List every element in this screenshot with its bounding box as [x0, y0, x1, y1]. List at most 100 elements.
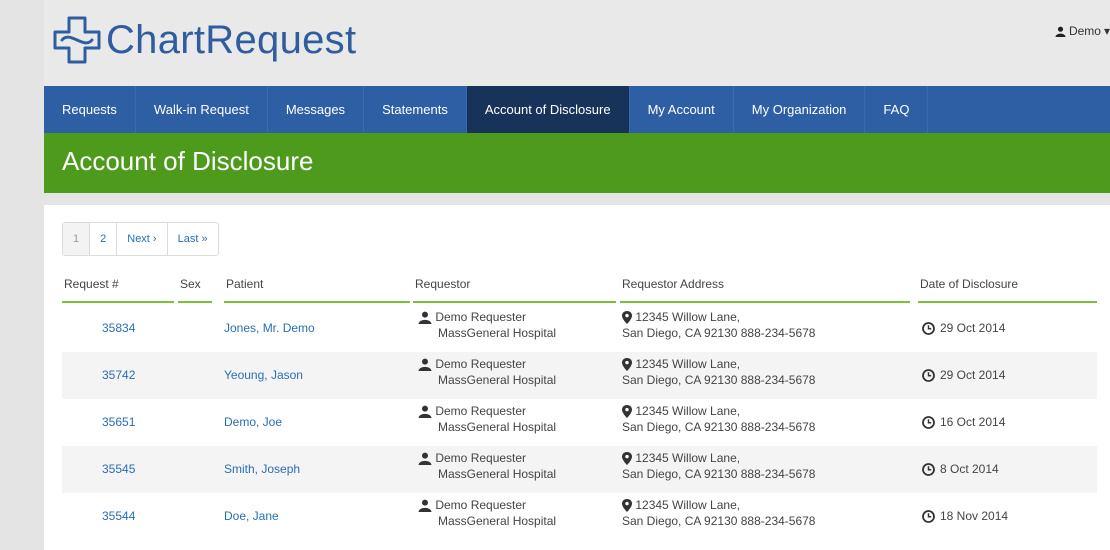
requestor-org: MassGeneral Hospital [438, 326, 557, 340]
clock-icon [922, 509, 935, 523]
address-line-2: San Diego, CA 92130 888-234-5678 [622, 467, 816, 481]
table-row: 35834 Jones, Mr. Demo Demo Requester Mas… [62, 305, 1097, 352]
last-page-link[interactable]: Last » [168, 223, 218, 255]
address-cell: 12345 Willow Lane, San Diego, CA 92130 8… [622, 356, 815, 388]
nav-my-organization[interactable]: My Organization [734, 86, 866, 133]
address-line-1: 12345 Willow Lane, [635, 310, 741, 324]
user-menu[interactable]: Demo ▾ [1055, 24, 1110, 38]
requestor-org: MassGeneral Hospital [438, 420, 557, 434]
address-line-1: 12345 Willow Lane, [635, 404, 741, 418]
table-row: 35545 Smith, Joseph Demo Requester MassG… [62, 446, 1097, 493]
requestor-cell: Demo Requester MassGeneral Hospital [418, 403, 556, 435]
map-marker-icon [622, 452, 632, 466]
requestor-cell: Demo Requester MassGeneral Hospital [418, 309, 556, 341]
patient-link[interactable]: Demo, Joe [224, 415, 282, 429]
request-number-link[interactable]: 35834 [102, 321, 135, 335]
requestor-name: Demo Requester [435, 451, 527, 465]
request-number-link[interactable]: 35544 [102, 509, 135, 523]
requestor-name: Demo Requester [435, 357, 527, 371]
header-date-of-disclosure[interactable]: Date of Disclosure [918, 277, 1097, 303]
request-number-link[interactable]: 35742 [102, 368, 135, 382]
nav-statements[interactable]: Statements [364, 86, 467, 133]
patient-link[interactable]: Smith, Joseph [224, 462, 300, 476]
disclosure-date: 16 Oct 2014 [940, 415, 1006, 429]
disclosure-date: 18 Nov 2014 [940, 509, 1009, 523]
header: ChartRequest Demo ▾ [44, 0, 1110, 86]
header-sex[interactable]: Sex [178, 277, 212, 303]
disclosure-table: 35834 Jones, Mr. Demo Demo Requester Mas… [62, 305, 1097, 540]
nav-messages[interactable]: Messages [268, 86, 365, 133]
date-cell: 29 Oct 2014 [922, 321, 1005, 335]
page-title: Account of Disclosure [62, 146, 314, 176]
patient-link[interactable]: Doe, Jane [224, 509, 279, 523]
date-cell: 16 Oct 2014 [922, 415, 1005, 429]
brand-name: ChartRequest [106, 17, 357, 62]
user-icon [1055, 26, 1066, 37]
clock-icon [922, 321, 935, 335]
date-cell: 8 Oct 2014 [922, 462, 999, 476]
address-cell: 12345 Willow Lane, San Diego, CA 92130 8… [622, 403, 815, 435]
disclosure-date: 8 Oct 2014 [940, 462, 999, 476]
caret-down-icon: ▾ [1103, 24, 1110, 38]
user-icon [418, 358, 432, 372]
user-icon [418, 452, 432, 466]
user-icon [418, 499, 432, 513]
patient-link[interactable]: Jones, Mr. Demo [224, 321, 315, 335]
requestor-name: Demo Requester [435, 404, 527, 418]
requestor-org: MassGeneral Hospital [438, 467, 557, 481]
content-panel: 1 2 Next › Last » Request # Sex Patient … [44, 205, 1110, 550]
address-cell: 12345 Willow Lane, San Diego, CA 92130 8… [622, 450, 815, 482]
requestor-org: MassGeneral Hospital [438, 373, 557, 387]
page-banner: Account of Disclosure [44, 133, 1110, 193]
header-request-number[interactable]: Request # [62, 277, 174, 303]
page-2-link[interactable]: 2 [90, 223, 118, 255]
address-line-2: San Diego, CA 92130 888-234-5678 [622, 373, 816, 387]
map-marker-icon [622, 358, 632, 372]
nav-my-account[interactable]: My Account [630, 86, 734, 133]
disclosure-date: 29 Oct 2014 [940, 368, 1006, 382]
nav-account-of-disclosure[interactable]: Account of Disclosure [466, 86, 630, 133]
map-marker-icon [622, 499, 632, 513]
address-cell: 12345 Willow Lane, San Diego, CA 92130 8… [622, 497, 815, 529]
header-requestor-address[interactable]: Requestor Address [620, 277, 910, 303]
address-line-2: San Diego, CA 92130 888-234-5678 [622, 514, 816, 528]
requestor-name: Demo Requester [435, 498, 527, 512]
page-1-link[interactable]: 1 [63, 223, 91, 255]
map-marker-icon [622, 405, 632, 419]
disclosure-date: 29 Oct 2014 [940, 321, 1006, 335]
clock-icon [922, 415, 935, 429]
table-row: 35651 Demo, Joe Demo Requester MassGener… [62, 399, 1097, 446]
request-number-link[interactable]: 35651 [102, 415, 135, 429]
nav-faq[interactable]: FAQ [865, 86, 929, 133]
address-line-1: 12345 Willow Lane, [635, 451, 741, 465]
address-line-2: San Diego, CA 92130 888-234-5678 [622, 326, 816, 340]
address-line-2: San Diego, CA 92130 888-234-5678 [622, 420, 816, 434]
request-number-link[interactable]: 35545 [102, 462, 135, 476]
requestor-cell: Demo Requester MassGeneral Hospital [418, 450, 556, 482]
user-icon [418, 405, 432, 419]
date-cell: 18 Nov 2014 [922, 509, 1008, 523]
app: ChartRequest Demo ▾ Requests Walk-in Req… [44, 0, 1110, 550]
requestor-org: MassGeneral Hospital [438, 514, 557, 528]
address-line-1: 12345 Willow Lane, [635, 498, 741, 512]
patient-link[interactable]: Yeoung, Jason [224, 368, 303, 382]
logo[interactable]: ChartRequest [52, 14, 356, 66]
clock-icon [922, 462, 935, 476]
address-line-1: 12345 Willow Lane, [635, 357, 741, 371]
clock-icon [922, 368, 935, 382]
address-cell: 12345 Willow Lane, San Diego, CA 92130 8… [622, 309, 815, 341]
date-cell: 29 Oct 2014 [922, 368, 1005, 382]
table-row: 35742 Yeoung, Jason Demo Requester MassG… [62, 352, 1097, 399]
user-name: Demo [1068, 24, 1101, 38]
user-icon [418, 311, 432, 325]
nav-requests[interactable]: Requests [44, 86, 136, 133]
header-patient[interactable]: Patient [224, 277, 410, 303]
medical-cross-icon [53, 16, 101, 64]
requestor-name: Demo Requester [435, 310, 527, 324]
requestor-cell: Demo Requester MassGeneral Hospital [418, 497, 556, 529]
next-page-link[interactable]: Next › [117, 223, 168, 255]
main-nav: Requests Walk-in Request Messages Statem… [44, 86, 1110, 133]
map-marker-icon [622, 311, 632, 325]
header-requestor[interactable]: Requestor [413, 277, 616, 303]
nav-walk-in-request[interactable]: Walk-in Request [136, 86, 268, 133]
